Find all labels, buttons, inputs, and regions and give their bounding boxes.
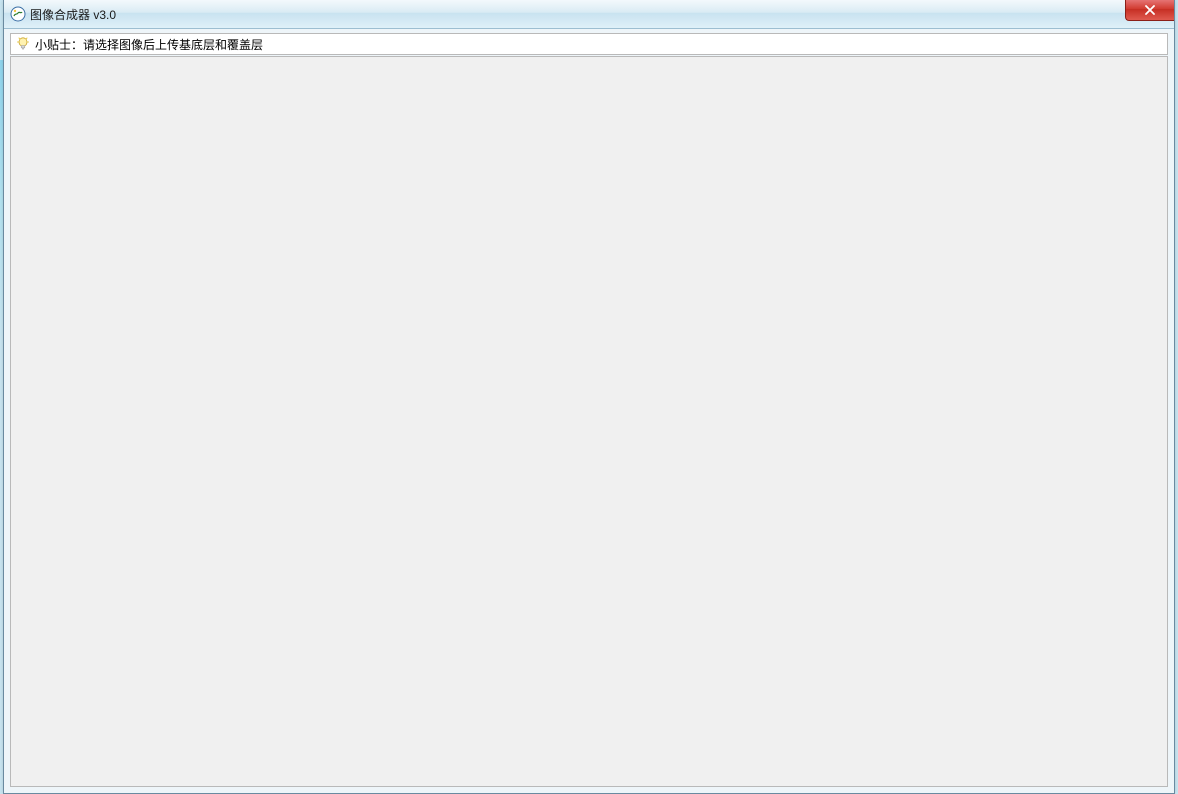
window-title: 图像合成器 v3.0: [30, 6, 116, 23]
lightbulb-icon: [15, 36, 31, 52]
app-icon: [10, 6, 26, 22]
content-area: [10, 56, 1168, 787]
titlebar[interactable]: 图像合成器 v3.0: [4, 0, 1174, 29]
app-window: 图像合成器 v3.0 小贴士：请选择图像后上传基底层和覆盖层: [3, 0, 1175, 794]
tip-bar: 小贴士：请选择图像后上传基底层和覆盖层: [10, 33, 1168, 55]
close-button[interactable]: [1125, 0, 1174, 21]
tip-text: 小贴士：请选择图像后上传基底层和覆盖层: [35, 36, 263, 53]
close-icon: [1143, 5, 1157, 15]
